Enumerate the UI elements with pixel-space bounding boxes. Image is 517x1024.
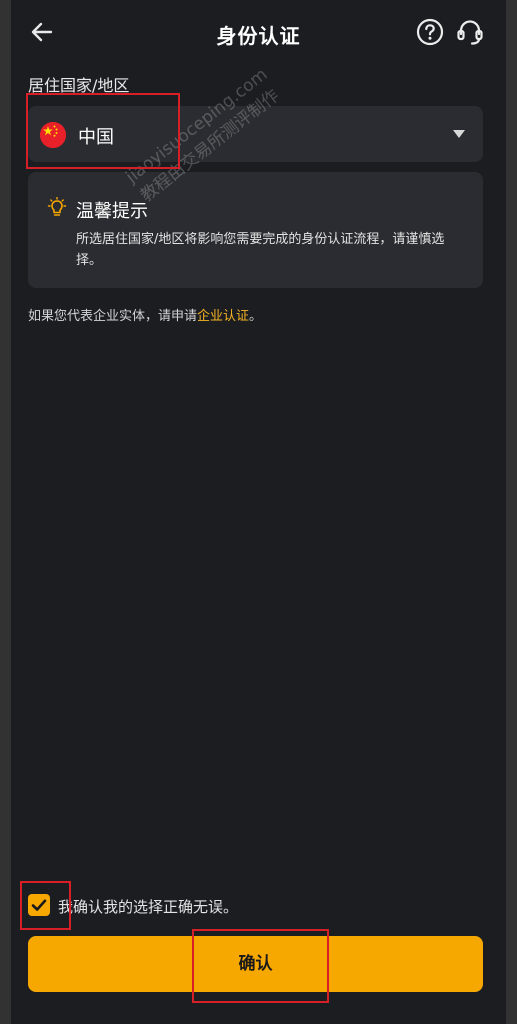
question-circle-icon	[416, 18, 444, 46]
customer-support-button[interactable]	[455, 17, 485, 47]
residence-label: 居住国家/地区	[28, 76, 130, 95]
enterprise-verification-link[interactable]: 企业认证	[197, 309, 249, 324]
enterprise-note: 如果您代表企业实体，请申请企业认证。	[28, 305, 262, 324]
identity-verification-screen: 身份认证 居住国家/地区 中国 温馨提示 所选居住国家/地区将影响您需要完成的身…	[11, 0, 506, 1024]
enterprise-note-suffix: 。	[249, 309, 263, 324]
confirm-checkbox[interactable]	[28, 894, 50, 916]
china-flag-icon	[40, 122, 66, 148]
checkmark-icon	[31, 899, 47, 911]
headset-icon	[457, 20, 483, 45]
tip-text: 所选居住国家/地区将影响您需要完成的身份认证流程，请谨慎选择。	[76, 232, 445, 268]
confirm-button[interactable]: 确认	[28, 936, 483, 992]
confirmation-text: 我确认我的选择正确无误。	[58, 898, 239, 916]
country-select[interactable]: 中国	[28, 106, 483, 162]
tip-box: 温馨提示 所选居住国家/地区将影响您需要完成的身份认证流程，请谨慎选择。	[28, 172, 483, 288]
caret-down-icon	[453, 130, 465, 138]
help-button[interactable]	[416, 18, 444, 46]
selected-country: 中国	[78, 127, 114, 148]
lightbulb-icon	[46, 196, 68, 219]
header: 身份认证	[11, 0, 506, 66]
tip-title: 温馨提示	[76, 201, 148, 222]
enterprise-note-prefix: 如果您代表企业实体，请申请	[28, 309, 198, 324]
